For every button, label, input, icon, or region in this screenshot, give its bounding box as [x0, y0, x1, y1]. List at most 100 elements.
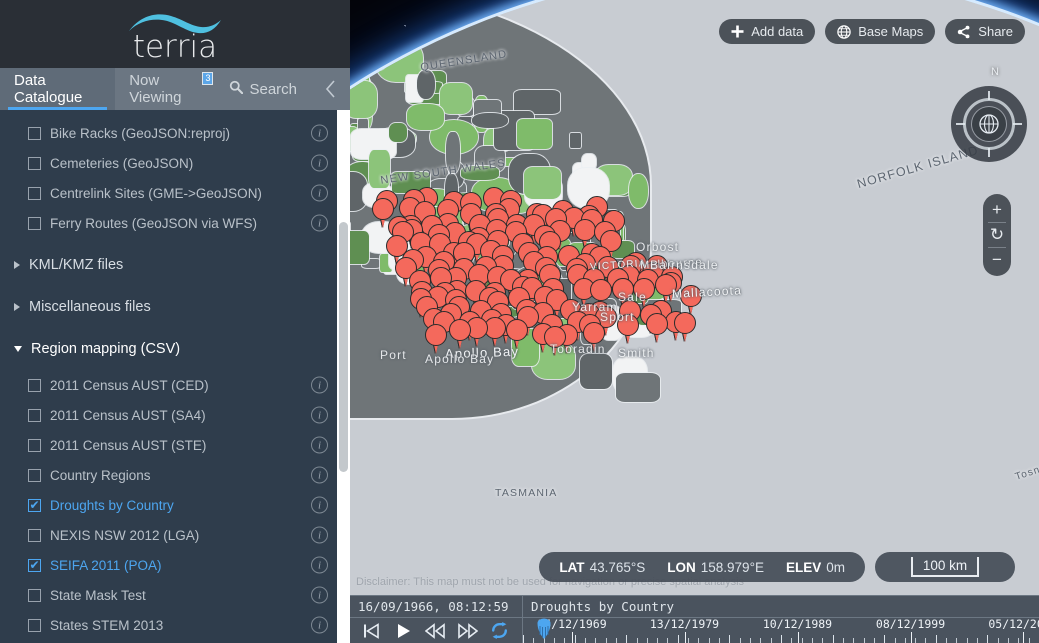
timeline-minor-tick — [698, 638, 700, 643]
timeline-tick-label: 05/12/2009 — [988, 617, 1039, 631]
info-icon[interactable]: i — [311, 556, 328, 574]
zoom-out-button[interactable]: − — [983, 248, 1011, 272]
catalog-item-seifa-2011-poa[interactable]: ✔ SEIFA 2011 (POA) i — [0, 550, 350, 580]
info-icon[interactable]: i — [311, 214, 328, 232]
checkbox-unchecked-icon[interactable] — [28, 126, 41, 140]
region-patch — [407, 104, 444, 130]
checkbox-unchecked-icon[interactable] — [28, 438, 41, 452]
checkbox-unchecked-icon[interactable] — [28, 156, 41, 170]
timeline-minor-tick — [615, 638, 617, 643]
catalog-group-miscellaneous-files[interactable]: Miscellaneous files — [0, 292, 350, 322]
catalog-group-region-mapping-csv[interactable]: Region mapping (CSV) — [0, 334, 350, 364]
catalog-item-2011-census-aust-ste[interactable]: 2011 Census AUST (STE) i — [0, 430, 350, 460]
timeline-minor-tick — [997, 638, 999, 643]
timeline-minor-tick — [977, 638, 979, 643]
checkbox-unchecked-icon[interactable] — [28, 408, 41, 422]
checkbox-checked-icon[interactable]: ✔ — [28, 558, 41, 572]
timeline-loop-button[interactable] — [486, 620, 512, 642]
map-viewport[interactable]: QUEENSLAND NEW SOUTH WALES NORFOLK ISLAND T… — [350, 0, 1039, 643]
timeline-mid-tick — [884, 635, 886, 643]
timeline-right-panel[interactable]: Droughts by Country 15/12/1969 13/12/1979… — [523, 596, 1039, 643]
timeline-rewind-button[interactable] — [422, 620, 448, 642]
share-label: Share — [978, 24, 1013, 39]
base-maps-button[interactable]: Base Maps — [825, 19, 936, 44]
sidebar-scrollbar-track[interactable] — [337, 110, 350, 643]
timeline-needle[interactable] — [537, 618, 551, 639]
checkbox-unchecked-icon[interactable] — [28, 528, 41, 542]
timeline-to-start-button[interactable] — [358, 620, 384, 642]
checkbox-unchecked-icon[interactable] — [28, 216, 41, 230]
brand-name: terria — [132, 28, 218, 65]
region-patch — [418, 207, 462, 229]
zoom-in-button[interactable]: + — [983, 198, 1011, 222]
checkbox-unchecked-icon[interactable] — [28, 588, 41, 602]
catalog-item-label: 2011 Census AUST (CED) — [50, 377, 209, 393]
region-patch — [356, 37, 390, 71]
tab-search[interactable]: Search — [215, 68, 311, 110]
timeline-minor-tick — [657, 638, 659, 643]
catalog-item-state-mask-test[interactable]: State Mask Test i — [0, 580, 350, 610]
catalog-item-country-regions[interactable]: Country Regions i — [0, 460, 350, 490]
tab-now-viewing[interactable]: Now Viewing 3 — [115, 68, 215, 110]
timeline-mid-tick — [935, 635, 937, 643]
globe[interactable] — [350, 0, 1039, 643]
checkbox-unchecked-icon[interactable] — [28, 378, 41, 392]
info-icon[interactable]: i — [311, 526, 328, 544]
timeline-minor-tick — [564, 638, 566, 643]
timeline-bar: 16/09/1966, 08:12:59 Droughts by Country… — [350, 595, 1039, 643]
info-icon[interactable]: i — [311, 496, 328, 514]
info-icon[interactable]: i — [311, 436, 328, 454]
add-data-button[interactable]: Add data — [719, 19, 816, 44]
checkbox-unchecked-icon[interactable] — [28, 468, 41, 482]
timeline-minor-tick — [719, 638, 721, 643]
triangle-down-icon — [14, 346, 22, 352]
elev-label: ELEV — [785, 559, 822, 575]
catalog-item-2011-census-aust-sa4[interactable]: 2011 Census AUST (SA4) i — [0, 400, 350, 430]
timeline-layer-title: Droughts by Country — [523, 596, 1039, 618]
catalog-item-nexis-nsw-2012-lga[interactable]: NEXIS NSW 2012 (LGA) i — [0, 520, 350, 550]
checkbox-checked-icon[interactable]: ✔ — [28, 498, 41, 512]
info-icon[interactable]: i — [311, 406, 328, 424]
timeline-mid-tick — [677, 635, 679, 643]
info-icon[interactable]: i — [311, 124, 328, 142]
catalog-item-centrelink-sites-gme-geojson[interactable]: Centrelink Sites (GME->GeoJSON) i — [0, 178, 350, 208]
catalog-item-cemeteries-geojson[interactable]: Cemeteries (GeoJSON) i — [0, 148, 350, 178]
tab-data-catalogue[interactable]: Data Catalogue — [0, 68, 116, 110]
timeline-tick-label: 10/12/1989 — [762, 617, 833, 631]
timeline-forward-button[interactable] — [454, 620, 480, 642]
region-patch — [350, 11, 373, 34]
compass-gyroscope-icon — [976, 111, 1002, 137]
chevron-left-icon[interactable] — [311, 68, 350, 110]
timeline-minor-tick — [553, 638, 555, 643]
info-icon[interactable]: i — [311, 154, 328, 172]
info-icon[interactable]: i — [311, 376, 328, 394]
timeline-minor-tick — [646, 638, 648, 643]
search-icon — [229, 80, 244, 98]
timeline-minor-tick — [770, 638, 772, 643]
compass-control[interactable] — [951, 86, 1027, 162]
timeline-mid-tick — [987, 635, 989, 643]
sidebar-scrollbar-thumb[interactable] — [339, 222, 348, 472]
timeline-play-button[interactable] — [390, 620, 416, 642]
info-icon[interactable]: i — [311, 184, 328, 202]
catalog-item-droughts-by-country[interactable]: ✔ Droughts by Country i — [0, 490, 350, 520]
catalog-panel[interactable]: Bike Racks (GeoJSON:reproj) i Cemeteries (… — [0, 110, 350, 643]
info-icon[interactable]: i — [311, 586, 328, 604]
catalog-item-states-stem-2013[interactable]: States STEM 2013 i — [0, 610, 350, 640]
catalog-group-kml-kmz-files[interactable]: KML/KMZ files — [0, 250, 350, 280]
timeline-scale[interactable]: 15/12/1969 13/12/1979 10/12/1989 08/12/1999… — [523, 617, 1039, 643]
catalog-item-bike-racks-geojson-reproj[interactable]: Bike Racks (GeoJSON:reproj) i — [0, 118, 350, 148]
checkbox-unchecked-icon[interactable] — [28, 186, 41, 200]
lat-label: LAT — [559, 559, 585, 575]
catalog-item-label: States STEM 2013 — [50, 617, 164, 633]
info-icon[interactable]: i — [311, 466, 328, 484]
timeline-minor-tick — [739, 638, 741, 643]
info-icon[interactable]: i — [311, 616, 328, 634]
share-button[interactable]: Share — [945, 19, 1025, 44]
timeline-minor-tick — [853, 638, 855, 643]
lat-value: 43.765°S — [589, 559, 646, 575]
reset-view-button[interactable]: ↻ — [983, 223, 1011, 247]
checkbox-unchecked-icon[interactable] — [28, 618, 41, 632]
catalog-item-2011-census-aust-ced[interactable]: 2011 Census AUST (CED) i — [0, 370, 350, 400]
catalog-item-ferry-routes-geojson-via-wfs[interactable]: Ferry Routes (GeoJSON via WFS) i — [0, 208, 350, 238]
